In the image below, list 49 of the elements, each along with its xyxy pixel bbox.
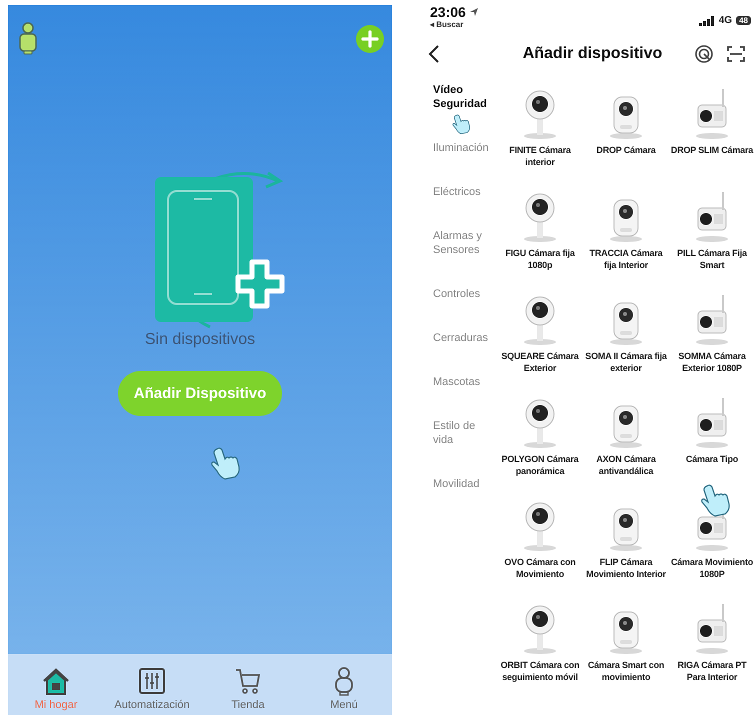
target-icon[interactable]: [694, 45, 713, 63]
pointing-hand-icon: [698, 482, 732, 518]
product-name[interactable]: TRACCIA Cámara fija Interior: [584, 247, 668, 271]
product-name[interactable]: FINITE Cámara interior: [498, 144, 582, 168]
add-icon[interactable]: [356, 25, 384, 53]
product-name[interactable]: SOMMA Cámara Exterior 1080P: [670, 350, 754, 374]
product-name[interactable]: Cámara Movimiento 1080P: [670, 556, 754, 580]
category-item[interactable]: Movilidad: [433, 477, 488, 491]
product-name[interactable]: FLIP Cámara Movimiento Interior: [584, 556, 668, 580]
scan-icon[interactable]: [726, 45, 745, 63]
house-icon: [41, 666, 71, 696]
category-item[interactable]: Vídeo Seguridad: [433, 83, 488, 111]
product-name[interactable]: POLYGON Cámara panorámica: [498, 453, 582, 477]
product-name[interactable]: SOMA II Cámara fija exterior: [584, 350, 668, 374]
category-item[interactable]: Eléctricos: [433, 185, 488, 199]
product-name[interactable]: OVO Cámara con Movimiento: [498, 556, 582, 580]
signal-icon: [698, 16, 715, 26]
battery-level: 48: [736, 16, 751, 25]
category-item[interactable]: Mascotas: [433, 375, 488, 389]
cart-icon: [233, 666, 263, 696]
clock-time: 23:06: [430, 4, 466, 20]
product-name[interactable]: RIGA Cámara PT Para Interior: [670, 659, 754, 683]
category-item[interactable]: Alarmas y Sensores: [433, 229, 488, 257]
product-name[interactable]: ORBIT Cámara con seguimiento móvil: [498, 659, 582, 683]
pointing-hand-icon: [450, 113, 472, 135]
tab[interactable]: Automatización: [107, 666, 197, 711]
network-type: 4G: [718, 15, 732, 26]
back-icon[interactable]: [428, 45, 440, 63]
product-name[interactable]: Cámara Tipo: [670, 453, 754, 465]
product-name[interactable]: DROP Cámara: [584, 144, 668, 156]
tab[interactable]: Menú: [299, 666, 389, 711]
person-icon[interactable]: [18, 22, 38, 56]
back-to-app-link[interactable]: ◂ Buscar: [430, 20, 479, 29]
location-icon: [468, 7, 479, 17]
category-item[interactable]: Cerraduras: [433, 331, 488, 345]
product-name[interactable]: Cámara Smart con movimiento: [584, 659, 668, 683]
category-item[interactable]: Controles: [433, 287, 488, 301]
tab[interactable]: Tienda: [203, 666, 293, 711]
product-name[interactable]: PILL Cámara Fija Smart: [670, 247, 754, 271]
category-item[interactable]: Estilo de vida: [433, 419, 488, 447]
product-name[interactable]: AXON Cámara antivandálica: [584, 453, 668, 477]
product-name[interactable]: DROP SLIM Cámara: [670, 144, 754, 156]
empty-message: Sin dispositivos: [144, 331, 256, 349]
product-name[interactable]: FIGU Cámara fija 1080p: [498, 247, 582, 271]
category-item[interactable]: Iluminación: [433, 141, 488, 155]
screen-title: Añadir dispositivo: [522, 45, 662, 63]
product-name[interactable]: SQUEARE Cámara Exterior: [498, 350, 582, 374]
circuit-icon: [137, 666, 167, 696]
pointing-hand-icon: [208, 445, 242, 481]
